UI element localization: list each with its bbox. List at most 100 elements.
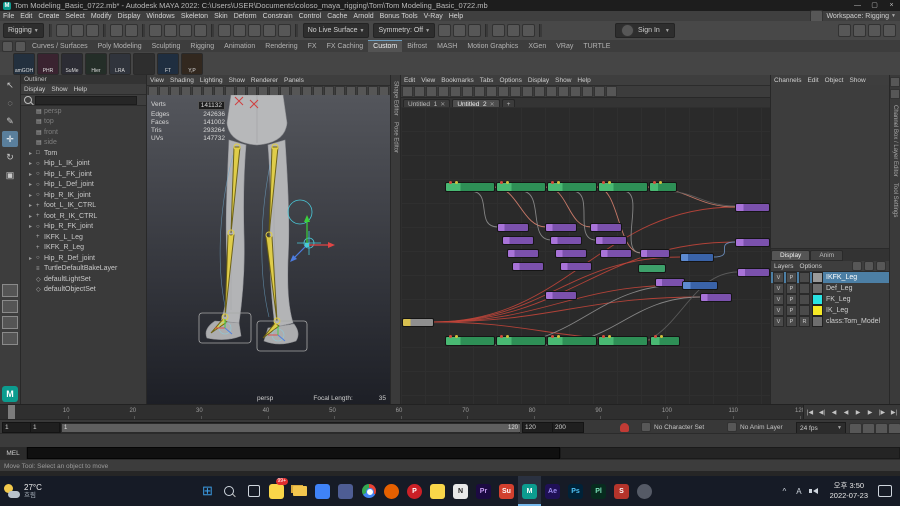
- graph-node[interactable]: [561, 263, 591, 270]
- kakaotalk[interactable]: [426, 476, 449, 506]
- shelf-options-icon[interactable]: [15, 41, 26, 52]
- command-language-toggle[interactable]: MEL: [0, 447, 27, 459]
- shelf-tab-motion-graphics[interactable]: Motion Graphics: [462, 41, 523, 52]
- shelf-item-hier[interactable]: Hier: [85, 52, 107, 75]
- menu-display[interactable]: Display: [114, 13, 143, 20]
- snap-point-icon[interactable]: [247, 24, 261, 37]
- layer-playback-toggle[interactable]: P: [786, 272, 797, 283]
- playback-end-field[interactable]: 120: [522, 422, 554, 433]
- outliner-item-tom[interactable]: ▸ □ Tom: [21, 148, 146, 159]
- layer-options-icon[interactable]: [852, 261, 862, 271]
- outliner-item-defaultlightset[interactable]: ◇ defaultLightSet: [21, 274, 146, 285]
- layer-visibility-toggle[interactable]: V: [773, 316, 784, 327]
- paint-select-tool[interactable]: ✎: [2, 113, 18, 129]
- graph-node[interactable]: [591, 224, 621, 231]
- new-layer-from-selected-icon[interactable]: [876, 261, 886, 271]
- graph-node[interactable]: [736, 239, 769, 246]
- graph-node[interactable]: [650, 181, 676, 191]
- layer-display-type-toggle[interactable]: [799, 283, 810, 294]
- outliner-item-turtledefaultbakelayer[interactable]: ≡ TurtleDefaultBakeLayer: [21, 264, 146, 275]
- open-scene-icon[interactable]: [70, 24, 84, 37]
- zoom-out-icon[interactable]: [593, 86, 605, 97]
- shelf-tab-fx-caching[interactable]: FX Caching: [322, 41, 369, 52]
- viewport-menu-lighting[interactable]: Lighting: [197, 77, 226, 84]
- pin-all-icon[interactable]: [461, 86, 473, 97]
- graph-node[interactable]: [446, 335, 494, 345]
- layer-row-ik-leg[interactable]: V P IK_Leg: [771, 305, 889, 316]
- firefox[interactable]: [380, 476, 403, 506]
- graph-node[interactable]: [548, 181, 596, 191]
- node-wire[interactable]: [493, 284, 682, 346]
- layer-display-type-toggle[interactable]: R: [799, 316, 810, 327]
- sync-selection-icon[interactable]: [521, 86, 533, 97]
- select-tool[interactable]: ↖: [2, 77, 18, 93]
- menu-create[interactable]: Create: [35, 13, 62, 20]
- shelf-tab-custom[interactable]: Custom: [368, 40, 403, 52]
- channel-box-menu-channels[interactable]: Channels: [771, 77, 804, 84]
- outliner-item-ikfk-l-leg[interactable]: + IKFK_L_Leg: [21, 232, 146, 243]
- graph-node[interactable]: [508, 250, 538, 257]
- expand-arrow-icon[interactable]: ▸: [29, 255, 36, 262]
- full-view-icon[interactable]: [509, 86, 521, 97]
- input-connections-icon[interactable]: [438, 24, 452, 37]
- animation-start-field[interactable]: 1: [2, 422, 32, 433]
- graph-node[interactable]: [683, 282, 717, 289]
- viewport-menu-show[interactable]: Show: [226, 77, 248, 84]
- node-editor-menu-help[interactable]: Help: [574, 77, 593, 84]
- dock-icon[interactable]: [890, 89, 900, 99]
- expand-arrow-icon[interactable]: ▸: [29, 223, 36, 230]
- layout-split-pane[interactable]: [2, 332, 18, 345]
- menu-file[interactable]: File: [0, 13, 17, 20]
- graph-node[interactable]: [403, 319, 433, 326]
- save-scene-icon[interactable]: [85, 24, 99, 37]
- expand-arrow-icon[interactable]: ▸: [29, 171, 36, 178]
- symmetry-dropdown[interactable]: Symmetry: Off ▼: [373, 23, 436, 38]
- node-wire[interactable]: [520, 190, 552, 241]
- kakaotalk-chat[interactable]: 99+: [265, 476, 288, 506]
- shelf-item-lra[interactable]: LRA: [109, 52, 131, 75]
- object-mode-icon[interactable]: [163, 24, 177, 37]
- shelf-tab-mash[interactable]: MASH: [432, 41, 462, 52]
- shelf-item-sume[interactable]: SuMe: [61, 52, 83, 75]
- character-set-dropdown[interactable]: No Character Set: [640, 422, 704, 432]
- task-view-button[interactable]: [242, 476, 265, 506]
- expand-arrow-icon[interactable]: ▸: [29, 192, 36, 199]
- layer-color-swatch[interactable]: [812, 272, 823, 283]
- layer-playback-toggle[interactable]: P: [786, 305, 797, 316]
- after-effects[interactable]: Ae: [541, 476, 564, 506]
- notification-center-icon[interactable]: [878, 485, 892, 497]
- dock-tab-channel-box-layer-editor[interactable]: Channel Box / Layer Editor: [892, 105, 898, 177]
- layer-visibility-toggle[interactable]: V: [773, 294, 784, 305]
- volume-icon[interactable]: [808, 488, 818, 494]
- step-back-frame-icon[interactable]: ◀: [828, 405, 840, 420]
- output-connections-icon[interactable]: [453, 24, 467, 37]
- auto-keyframe-icon[interactable]: [620, 423, 629, 432]
- node-wire[interactable]: [469, 190, 499, 228]
- layer-editor-tab-anim[interactable]: Anim: [810, 249, 844, 261]
- shelf-item-phr[interactable]: PHR: [37, 52, 59, 75]
- node-editor-menu-tabs[interactable]: Tabs: [477, 77, 497, 84]
- steam[interactable]: [633, 476, 656, 506]
- construction-history-icon[interactable]: [468, 24, 482, 37]
- graph-node[interactable]: [548, 335, 596, 345]
- shelf-tab-xgen[interactable]: XGen: [523, 41, 551, 52]
- menu-skin[interactable]: Skin: [211, 13, 231, 20]
- substance[interactable]: S: [610, 476, 633, 506]
- outliner-menu-show[interactable]: Show: [48, 86, 70, 93]
- node-editor-menu-display[interactable]: Display: [525, 77, 552, 84]
- layer-color-swatch[interactable]: [812, 283, 823, 294]
- node-graph[interactable]: [401, 107, 770, 404]
- graph-node[interactable]: [556, 250, 586, 257]
- layer-row-ikfk-leg[interactable]: V P IKFK_Leg: [771, 272, 889, 283]
- viewport-menu-renderer[interactable]: Renderer: [248, 77, 281, 84]
- node-wire[interactable]: [493, 186, 547, 228]
- notion[interactable]: N: [449, 476, 472, 506]
- graph-node[interactable]: [738, 269, 769, 276]
- graph-node[interactable]: [513, 263, 543, 270]
- playback-start-field[interactable]: 1: [30, 422, 60, 433]
- menu-skeleton[interactable]: Skeleton: [178, 13, 211, 20]
- menu-help[interactable]: Help: [446, 13, 466, 20]
- clock[interactable]: 오후 3:50 2022-07-23: [830, 481, 868, 501]
- channel-box-menu-edit[interactable]: Edit: [804, 77, 821, 84]
- graph-node[interactable]: [503, 237, 533, 244]
